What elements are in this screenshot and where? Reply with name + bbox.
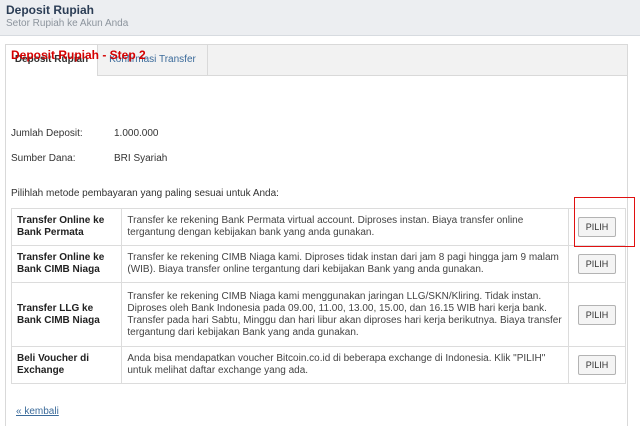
page-subtitle: Setor Rupiah ke Akun Anda [6,18,129,29]
page-title: Deposit Rupiah [6,3,95,17]
payment-methods-table: Transfer Online ke Bank Permata Transfer… [10,208,626,384]
method-intro-text: Pilihlah metode pembayaran yang paling s… [11,188,279,199]
step-title: Deposit Rupiah - Step 2 [11,48,146,62]
pilih-button-voucher[interactable]: PILIH [578,355,617,375]
method-row: Transfer LLG ke Bank CIMB Niaga Transfer… [10,282,626,347]
method-name: Transfer Online ke Bank CIMB Niaga [10,245,123,283]
sumber-dana-label: Sumber Dana: [11,153,76,164]
pilih-button-cimb-online[interactable]: PILIH [578,254,617,274]
sumber-dana-value: BRI Syariah [114,153,168,164]
method-description: Transfer ke rekening CIMB Niaga kami. Di… [121,245,570,283]
method-row: Transfer Online ke Bank Permata Transfer… [10,208,626,246]
method-description: Anda bisa mendapatkan voucher Bitcoin.co… [121,346,570,384]
pilih-button-cimb-llg[interactable]: PILIH [578,304,617,325]
back-link[interactable]: « kembali [16,406,59,417]
page-header: Deposit Rupiah Setor Rupiah ke Akun Anda [0,0,640,36]
method-name: Beli Voucher di Exchange [10,346,123,384]
method-name: Transfer Online ke Bank Permata [10,208,123,246]
method-row: Transfer Online ke Bank CIMB Niaga Trans… [10,245,626,283]
pilih-button-permata[interactable]: PILIH [578,217,617,237]
method-description: Transfer ke rekening CIMB Niaga kami men… [121,282,570,347]
method-description: Transfer ke rekening Bank Permata virtua… [121,208,570,246]
method-name: Transfer LLG ke Bank CIMB Niaga [10,282,123,347]
method-row: Beli Voucher di Exchange Anda bisa menda… [10,346,626,384]
jumlah-deposit-label: Jumlah Deposit: [11,128,83,139]
jumlah-deposit-value: 1.000.000 [114,128,159,139]
